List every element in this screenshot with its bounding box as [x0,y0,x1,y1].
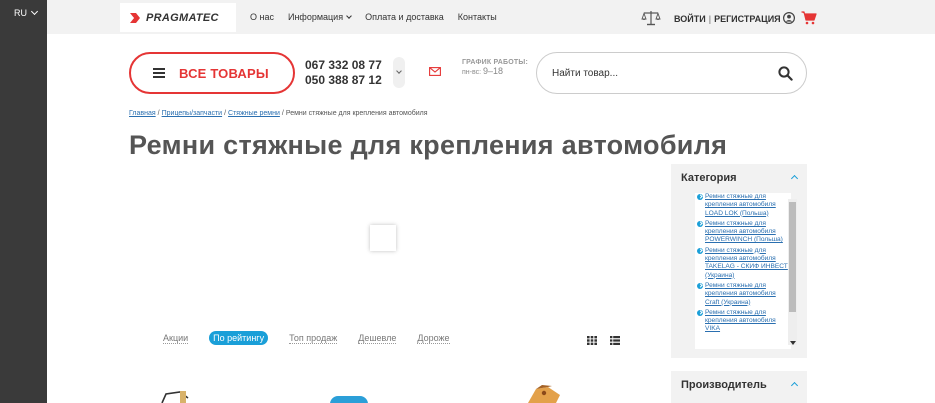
product-image[interactable] [526,383,566,403]
breadcrumb-current: Ремни стяжные для крепления автомобиля [285,110,428,117]
check-circle-icon [697,309,703,316]
sort-option-rating[interactable]: По рейтингу [209,331,269,345]
user-icon[interactable] [783,12,795,24]
logo[interactable]: PRAGMATEC [120,3,236,32]
mail-icon[interactable] [429,67,441,76]
register-link[interactable]: РЕГИСТРАЦИЯ [714,14,781,24]
language-switcher[interactable]: RU [14,7,39,18]
sort-option-pricier[interactable]: Дороже [417,333,450,344]
scrollbar-thumb[interactable] [789,202,796,312]
auth-links: ВОЙТИ | РЕГИСТРАЦИЯ [674,14,781,24]
nav-delivery[interactable]: Оплата и доставка [365,12,444,22]
auth-separator: | [708,14,712,24]
category-link[interactable]: Ремни стяжные для крепления автомобиля L… [705,193,791,218]
manufacturer-filter-title: Производитель [681,379,767,391]
cart-icon[interactable] [801,11,817,25]
category-list: Ремни стяжные для крепления автомобиля L… [695,193,791,349]
list-item[interactable]: Ремни стяжные для крепления автомобиля P… [695,220,791,247]
search-input[interactable] [552,65,762,81]
loading-spinner [370,225,396,251]
list-item[interactable]: Ремни стяжные для крепления автомобиля T… [695,247,791,282]
breadcrumb-trailers[interactable]: Прицепы/запчасти [162,110,222,117]
logo-mark-icon [128,12,140,23]
breadcrumb-separator: / [157,110,160,117]
category-link[interactable]: Ремни стяжные для крепления автомобиля C… [705,282,791,307]
breadcrumb-separator: / [281,110,284,117]
phones: 067 332 08 77 050 388 87 12 [305,58,382,88]
breadcrumb-separator: / [224,110,227,117]
grid-view-icon[interactable] [587,336,597,345]
language-strip: RU [0,0,47,403]
schedule-label: ГРАФИК РАБОТЫ: [462,59,528,66]
check-circle-icon [697,194,703,200]
phone-primary[interactable]: 067 332 08 77 [305,58,382,73]
search-box [536,52,807,94]
chevron-down-icon [346,12,352,19]
check-circle-icon [697,247,703,254]
sort-bar: Акции По рейтингу Топ продаж Дешевле Дор… [163,331,450,345]
breadcrumb-home[interactable]: Главная [129,110,156,117]
chevron-up-icon[interactable] [790,381,799,390]
category-filter-title: Категория [681,172,737,184]
category-scrollbar[interactable] [788,199,797,345]
work-schedule: ГРАФИК РАБОТЫ: пн-вс: 9–18 [462,58,528,77]
chevron-down-icon [396,68,402,74]
manufacturer-filter: Производитель [671,371,807,403]
scroll-down-arrow-icon[interactable] [789,341,796,345]
schedule-days: пн-вс: [462,69,482,76]
all-goods-button[interactable]: ВСЕ ТОВАРЫ [129,52,295,94]
scales-icon[interactable] [641,10,661,26]
list-item[interactable]: Ремни стяжные для крепления автомобиля L… [695,193,791,220]
category-link[interactable]: Ремни стяжные для крепления автомобиля V… [705,309,791,334]
schedule-hours: 9–18 [483,66,504,76]
list-view-icon[interactable] [610,336,620,345]
list-item[interactable]: Ремни стяжные для крепления автомобиля C… [695,282,791,309]
sort-option-promo[interactable]: Акции [163,333,189,344]
chevron-up-icon[interactable] [790,174,799,183]
list-item[interactable]: Ремни стяжные для крепления автомобиля V… [695,309,791,336]
category-link[interactable]: Ремни стяжные для крепления автомобиля P… [705,220,791,245]
phones-dropdown-toggle[interactable] [393,57,405,88]
page-title: Ремни стяжные для крепления автомобиля [129,130,728,160]
search-icon[interactable] [778,66,793,81]
breadcrumb: Главная / Прицепы/запчасти / Стяжные рем… [129,110,428,117]
category-filter: Категория Ремни стяжные для крепления ав… [671,164,807,358]
nav-contacts[interactable]: Контакты [458,12,497,22]
nav-about[interactable]: О нас [250,12,274,22]
chevron-down-icon [30,7,39,16]
top-nav: О нас Информация Оплата и доставка Конта… [250,12,497,22]
breadcrumb-straps[interactable]: Стяжные ремни [228,110,280,117]
product-image[interactable] [330,396,368,403]
menu-icon [153,68,165,78]
product-image[interactable] [158,388,194,403]
all-goods-label: ВСЕ ТОВАРЫ [179,65,269,81]
category-link[interactable]: Ремни стяжные для крепления автомобиля T… [705,247,791,280]
sort-option-cheaper[interactable]: Дешевле [358,333,397,344]
sort-option-top-sales[interactable]: Топ продаж [289,333,338,344]
check-circle-icon [697,220,703,227]
check-circle-icon [697,282,703,289]
logo-text: PRAGMATEC [146,11,219,24]
phone-secondary[interactable]: 050 388 87 12 [305,73,382,88]
nav-info-label: Информация [287,12,344,22]
page: RU PRAGMATEC О нас Информация Оплата и д… [0,0,935,403]
language-current: RU [14,8,27,18]
nav-info[interactable]: Информация [287,12,352,22]
login-link[interactable]: ВОЙТИ [674,14,706,24]
